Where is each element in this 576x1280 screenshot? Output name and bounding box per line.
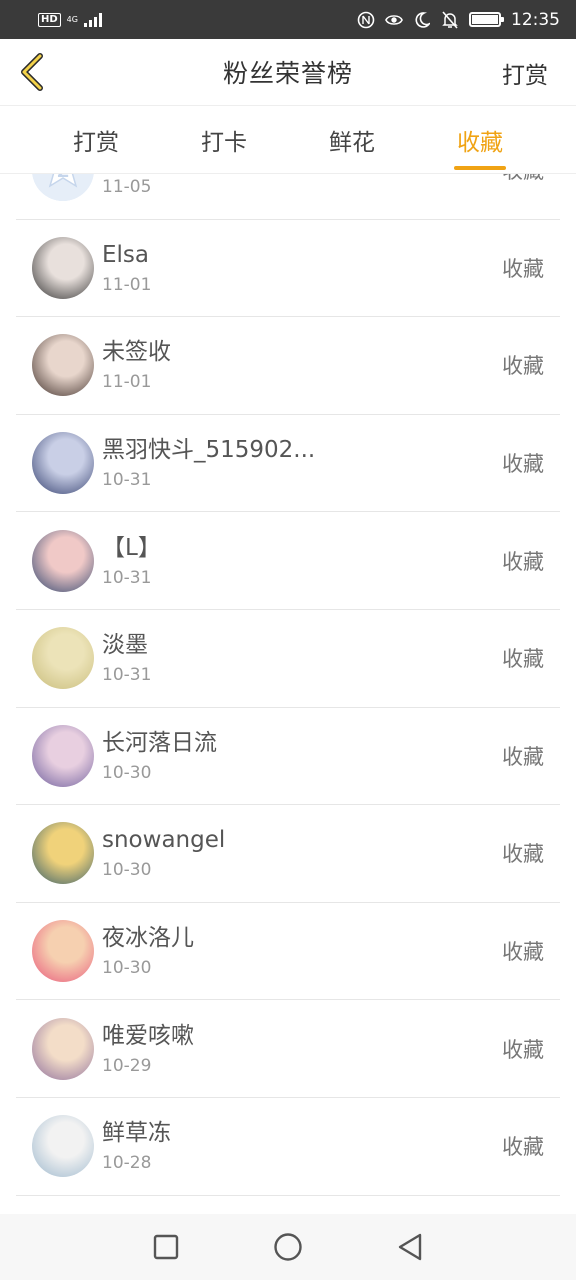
user-date: 11-05 bbox=[102, 177, 152, 198]
list-item[interactable]: 淡墨 10-31 收藏 bbox=[16, 610, 560, 708]
battery-icon bbox=[469, 12, 504, 27]
avatar[interactable] bbox=[32, 334, 94, 397]
user-name: 夜冰洛儿 bbox=[102, 925, 194, 952]
list-item[interactable]: Elsa 11-01 收藏 bbox=[16, 220, 560, 318]
user-date: 10-31 bbox=[102, 665, 152, 686]
reward-button[interactable]: 打赏 bbox=[502, 39, 548, 106]
app-header: 粉丝荣誉榜 打赏 bbox=[0, 39, 576, 106]
chevron-left-icon bbox=[21, 53, 43, 91]
signal-icon bbox=[83, 12, 102, 27]
user-info: 未签收 11-01 bbox=[102, 337, 560, 393]
network-type: 4G bbox=[66, 14, 78, 24]
user-name: 淡墨 bbox=[102, 632, 148, 659]
user-info: 夜冰洛儿 10-30 bbox=[102, 923, 560, 979]
avatar[interactable] bbox=[32, 236, 94, 299]
user-name: Elsa bbox=[102, 241, 149, 268]
user-info: 【L】 10-31 bbox=[102, 533, 560, 589]
home-button[interactable] bbox=[271, 1230, 305, 1264]
system-nav-bar bbox=[0, 1214, 576, 1280]
fan-list: Z冷月樱11-05收藏Elsa11-01收藏未签收11-01收藏黑羽快斗_515… bbox=[0, 174, 576, 1214]
list-item[interactable]: 唯爱咳嗽 10-29 收藏 bbox=[16, 1000, 560, 1098]
user-name: 未签收 bbox=[102, 339, 171, 366]
nav-back-button[interactable] bbox=[393, 1230, 427, 1264]
avatar[interactable] bbox=[32, 822, 94, 885]
eye-icon bbox=[385, 11, 403, 29]
user-info: 唯爱咳嗽 10-29 bbox=[102, 1021, 560, 1077]
action-label: 收藏 bbox=[502, 354, 544, 379]
back-icon bbox=[398, 1233, 422, 1261]
list-item[interactable]: 鲜草冻 10-28 收藏 bbox=[16, 1098, 560, 1196]
avatar[interactable] bbox=[32, 627, 94, 690]
avatar[interactable] bbox=[32, 1017, 94, 1080]
tab-bar: 打赏 打卡 鲜花 收藏 bbox=[0, 106, 576, 174]
user-info: 黑羽快斗_515902... 10-31 bbox=[102, 435, 560, 491]
user-info: snowangel 10-30 bbox=[102, 825, 560, 881]
tab-3[interactable]: 收藏 bbox=[416, 106, 544, 174]
action-label: 收藏 bbox=[502, 940, 544, 965]
tab-2[interactable]: 鲜花 bbox=[288, 106, 416, 174]
user-info: Elsa 11-01 bbox=[102, 240, 560, 296]
action-label: 收藏 bbox=[502, 842, 544, 867]
user-date: 10-31 bbox=[102, 567, 152, 588]
status-right: 12:35 bbox=[357, 10, 560, 30]
avatar[interactable] bbox=[32, 1115, 94, 1178]
user-info: 鲜草冻 10-28 bbox=[102, 1118, 560, 1174]
list-item[interactable]: 长河落日流 10-30 收藏 bbox=[16, 708, 560, 806]
action-label: 收藏 bbox=[502, 549, 544, 574]
clock: 12:35 bbox=[511, 9, 560, 30]
list-item[interactable]: Z 冷月樱11-05收藏 bbox=[16, 174, 560, 220]
home-icon bbox=[274, 1233, 302, 1261]
user-date: 11-01 bbox=[102, 372, 152, 393]
default-avatar-icon: Z bbox=[32, 174, 94, 202]
avatar[interactable] bbox=[32, 724, 94, 787]
action-label: 收藏 bbox=[502, 647, 544, 672]
list-item[interactable]: snowangel 10-30 收藏 bbox=[16, 805, 560, 903]
list-item[interactable]: 未签收 11-01 收藏 bbox=[16, 317, 560, 415]
user-info: 长河落日流 10-30 bbox=[102, 728, 560, 784]
tab-0[interactable]: 打赏 bbox=[32, 106, 160, 174]
user-date: 11-01 bbox=[102, 274, 152, 295]
user-info: 冷月樱11-05 bbox=[102, 174, 560, 198]
list-item[interactable]: 【L】 10-31 收藏 bbox=[16, 512, 560, 610]
user-name: snowangel bbox=[102, 827, 226, 854]
avatar[interactable] bbox=[32, 529, 94, 592]
action-label: 收藏 bbox=[502, 452, 544, 477]
network-type-label: 4G bbox=[66, 14, 78, 24]
user-date: 10-28 bbox=[102, 1153, 152, 1174]
list-item[interactable]: 黑羽快斗_515902... 10-31 收藏 bbox=[16, 415, 560, 513]
action-label: 收藏 bbox=[502, 256, 544, 281]
user-info: 淡墨 10-31 bbox=[102, 630, 560, 686]
user-date: 10-31 bbox=[102, 470, 152, 491]
avatar[interactable]: Z bbox=[32, 174, 94, 202]
svg-text:Z: Z bbox=[57, 174, 69, 181]
user-date: 10-30 bbox=[102, 958, 152, 979]
action-label: 收藏 bbox=[502, 1135, 544, 1160]
status-left: HD 4G bbox=[38, 12, 102, 27]
nfc-icon bbox=[357, 11, 375, 29]
recent-apps-button[interactable] bbox=[149, 1230, 183, 1264]
user-name: 唯爱咳嗽 bbox=[102, 1022, 194, 1049]
user-date: 10-30 bbox=[102, 860, 152, 881]
user-name: 长河落日流 bbox=[102, 729, 217, 756]
list-item[interactable]: 夜冰洛儿 10-30 收藏 bbox=[16, 903, 560, 1001]
back-button[interactable] bbox=[14, 49, 50, 95]
action-label: 收藏 bbox=[502, 174, 544, 219]
tab-1[interactable]: 打卡 bbox=[160, 106, 288, 174]
user-date: 10-30 bbox=[102, 762, 152, 783]
action-label: 收藏 bbox=[502, 1037, 544, 1062]
user-name: 鲜草冻 bbox=[102, 1120, 171, 1147]
page-title: 粉丝荣誉榜 bbox=[222, 59, 353, 88]
recent-apps-icon bbox=[153, 1234, 179, 1260]
user-name: 黑羽快斗_515902... bbox=[102, 437, 316, 464]
avatar[interactable] bbox=[32, 920, 94, 983]
status-bar: HD 4G 12:35 bbox=[0, 0, 576, 39]
avatar[interactable] bbox=[32, 432, 94, 495]
action-label: 收藏 bbox=[502, 744, 544, 769]
user-date: 10-29 bbox=[102, 1055, 152, 1076]
moon-icon bbox=[413, 11, 431, 29]
mute-bell-icon bbox=[441, 10, 459, 29]
user-name: 【L】 bbox=[102, 534, 161, 561]
hd-badge: HD bbox=[38, 12, 61, 27]
